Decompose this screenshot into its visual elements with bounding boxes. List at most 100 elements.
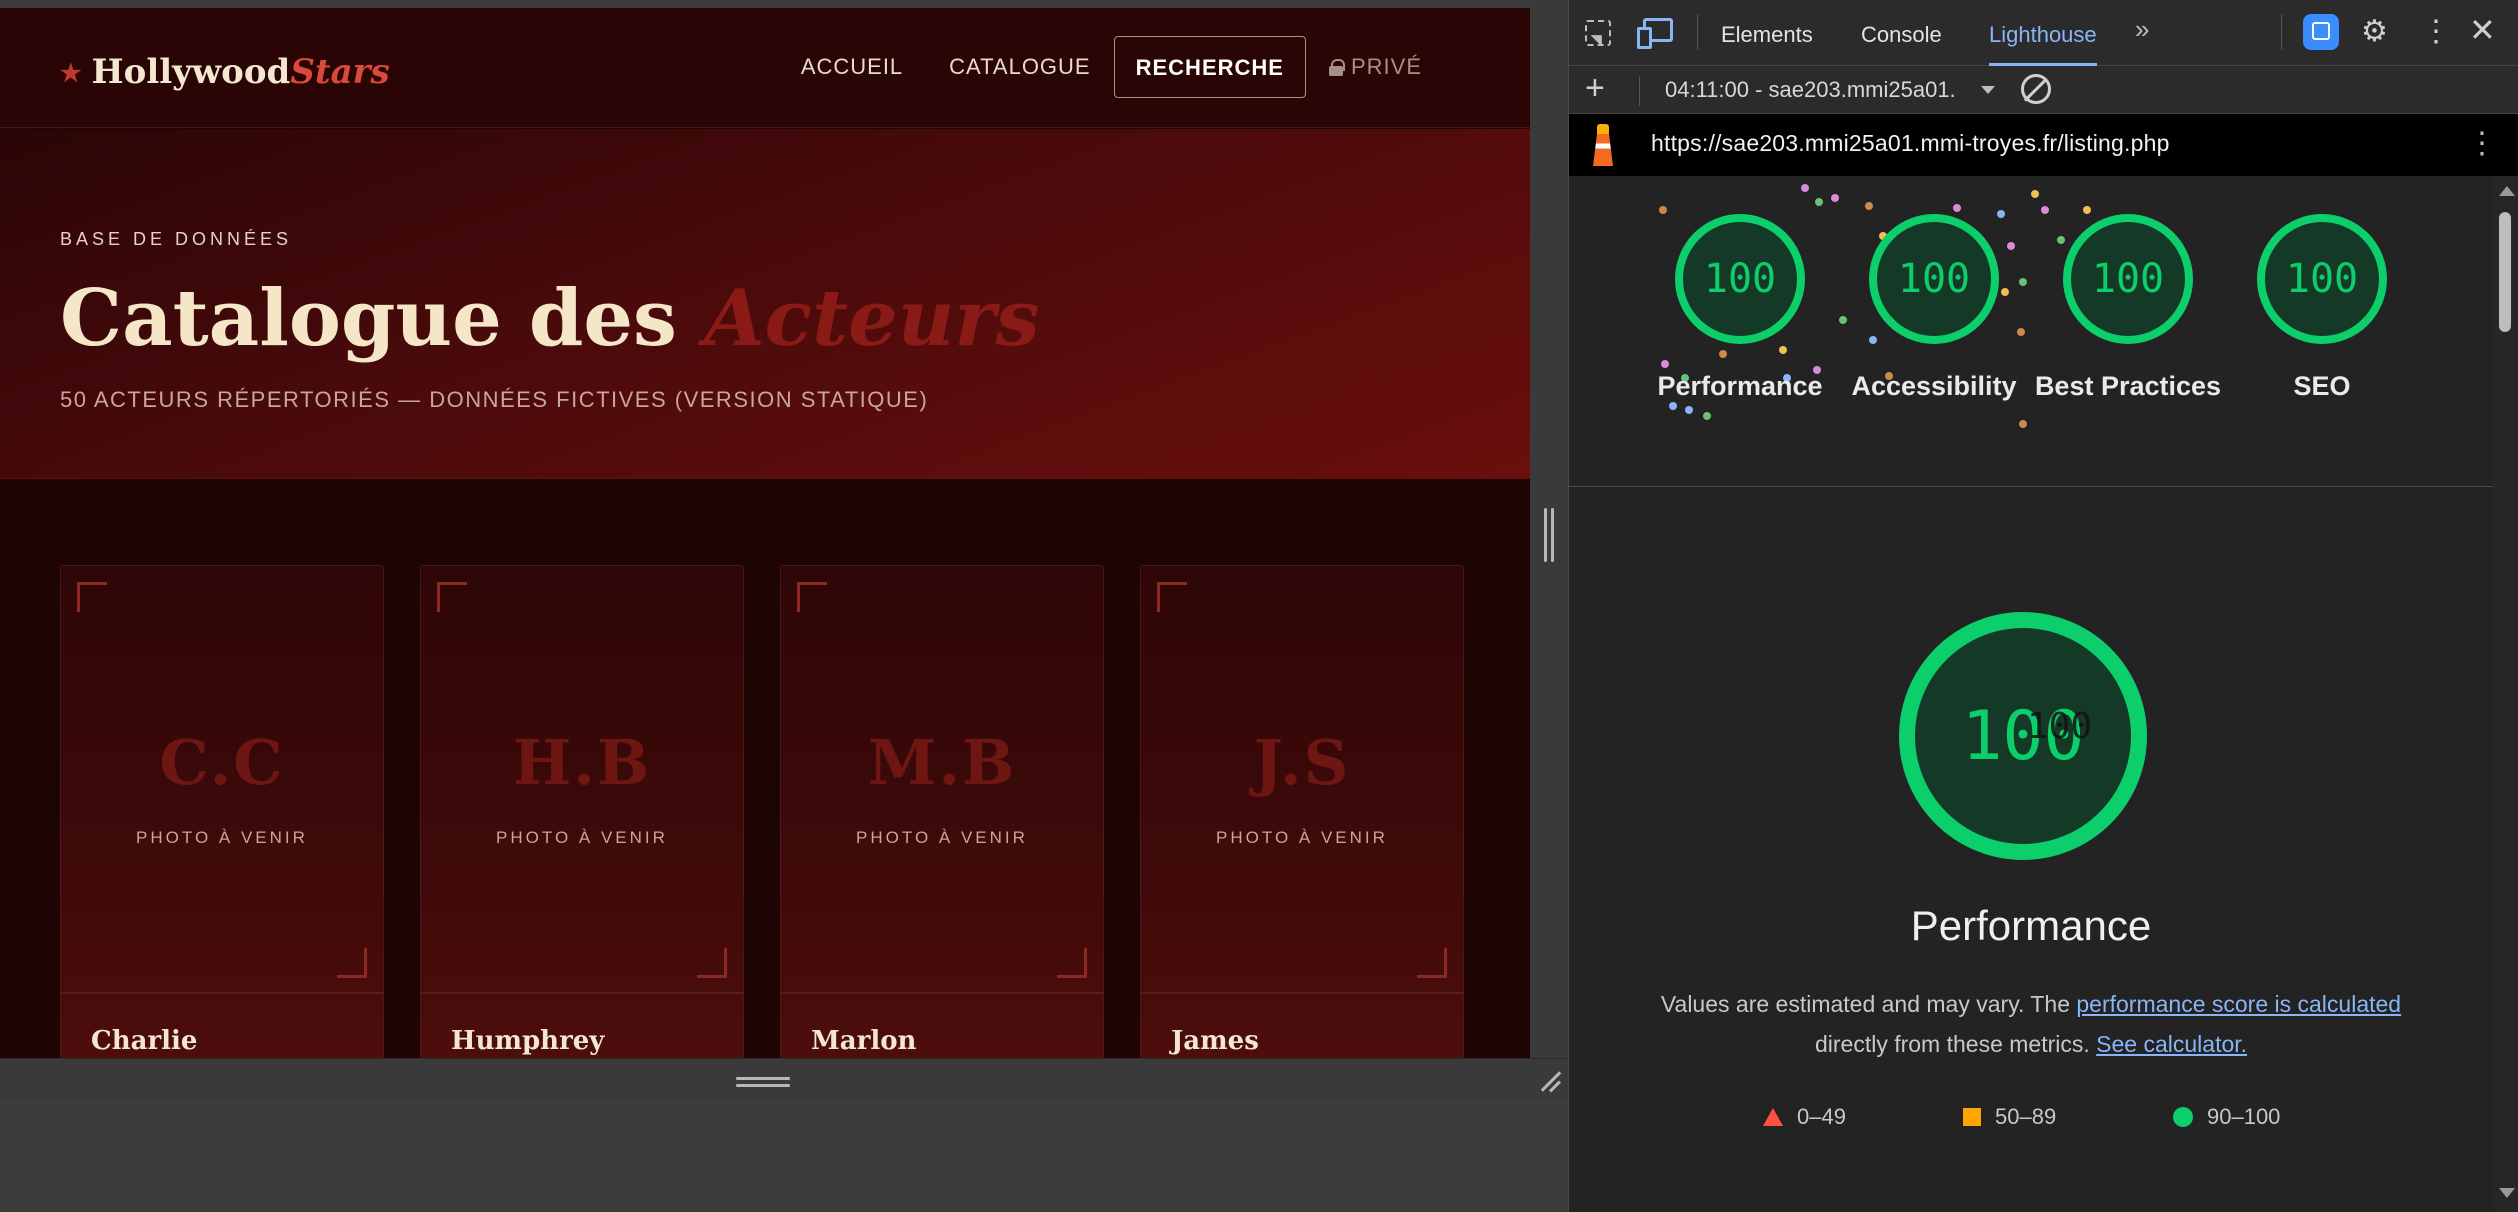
actor-name: Charlie bbox=[91, 1026, 198, 1056]
inspect-element-icon[interactable] bbox=[1585, 20, 1611, 46]
legend-fail: 0–49 bbox=[1763, 1104, 1846, 1130]
photo-placeholder-label: PHOTO À VENIR bbox=[1216, 828, 1388, 847]
legend-label: 50–89 bbox=[1995, 1104, 2057, 1129]
resize-grip-icon bbox=[1544, 508, 1554, 562]
performance-note: Values are estimated and may vary. The p… bbox=[1609, 984, 2453, 1064]
card-divider bbox=[61, 992, 383, 994]
performance-title: Performance bbox=[1910, 902, 2152, 949]
close-icon[interactable]: ✕ bbox=[2469, 12, 2496, 48]
note-text: Values are estimated and may vary. The bbox=[1660, 991, 2070, 1017]
score-label: Best Practices bbox=[2034, 371, 2222, 401]
score-gauge-performance[interactable]: 100 bbox=[1675, 214, 1805, 344]
actor-card[interactable]: H.B PHOTO À VENIR Humphrey bbox=[420, 565, 744, 1058]
pass-circle-icon bbox=[2173, 1107, 2193, 1127]
actor-card[interactable]: J.S PHOTO À VENIR James bbox=[1140, 565, 1464, 1058]
issues-icon[interactable] bbox=[2303, 14, 2339, 50]
toolbar-divider bbox=[1639, 76, 1640, 106]
note-text-2: directly from these metrics. bbox=[1814, 1031, 2090, 1057]
score-calculated-link[interactable]: performance score is calculated bbox=[2076, 991, 2401, 1017]
toolbar-divider bbox=[2281, 14, 2282, 50]
performance-gauge: 100 100 bbox=[1899, 612, 2147, 860]
new-report-icon[interactable]: + bbox=[1585, 70, 1605, 106]
card-divider bbox=[1141, 992, 1463, 994]
actor-card-grid: C.C PHOTO À VENIR Charlie H.B PHOTO À VE… bbox=[60, 565, 1464, 1058]
logo-accent: Stars bbox=[290, 52, 390, 92]
actor-initials: C.C bbox=[159, 726, 285, 799]
hero-kicker: BASE DE DONNÉES bbox=[60, 229, 293, 249]
device-toolbar-icon[interactable] bbox=[1637, 18, 1673, 49]
resize-grip-icon bbox=[736, 1077, 790, 1087]
actor-name: Marlon bbox=[811, 1026, 917, 1056]
photo-placeholder-label: PHOTO À VENIR bbox=[496, 828, 668, 847]
chevron-down-icon[interactable] bbox=[1981, 86, 1995, 94]
nav-prive[interactable]: PRIVÉ bbox=[1306, 36, 1445, 98]
devtools-panel: Elements Console Lighthouse » ⚙ ⋮ ✕ + 04… bbox=[1568, 0, 2518, 1212]
card-corner-ornament bbox=[1057, 948, 1087, 978]
legend-average: 50–89 bbox=[1963, 1104, 2056, 1130]
score-label: Performance bbox=[1657, 371, 1823, 401]
lighthouse-toolbar: + 04:11:00 - sae203.mmi25a01. bbox=[1569, 66, 2518, 114]
nav-prive-label: PRIVÉ bbox=[1350, 54, 1422, 79]
tab-lighthouse[interactable]: Lighthouse bbox=[1989, 0, 2097, 66]
section-divider bbox=[1569, 486, 2493, 487]
card-corner-ornament bbox=[1157, 582, 1187, 612]
more-tabs-icon[interactable]: » bbox=[2135, 14, 2149, 45]
actor-card[interactable]: M.B PHOTO À VENIR Marlon bbox=[780, 565, 1104, 1058]
card-corner-ornament bbox=[797, 582, 827, 612]
report-selector[interactable]: 04:11:00 - sae203.mmi25a01. bbox=[1665, 72, 1956, 108]
actor-initials: J.S bbox=[1253, 726, 1351, 799]
corner-resize-icon[interactable] bbox=[1536, 1069, 1560, 1093]
legend-label: 0–49 bbox=[1797, 1104, 1846, 1129]
page-title: Catalogue des Acteurs bbox=[60, 273, 1040, 364]
tab-console[interactable]: Console bbox=[1861, 0, 1942, 66]
scroll-up-icon[interactable] bbox=[2499, 186, 2515, 196]
score-value: 100 bbox=[2091, 256, 2165, 302]
photo-placeholder-label: PHOTO À VENIR bbox=[856, 828, 1028, 847]
toolbar-divider bbox=[1697, 14, 1698, 50]
viewport-width-resizer[interactable] bbox=[1530, 0, 1568, 1058]
gear-icon[interactable]: ⚙ bbox=[2361, 14, 2388, 50]
kebab-menu-icon[interactable]: ⋮ bbox=[2467, 126, 2497, 161]
actor-name: James bbox=[1171, 1026, 1259, 1056]
viewport-height-resizer[interactable] bbox=[0, 1058, 1568, 1100]
report-url[interactable]: https://sae203.mmi25a01.mmi-troyes.fr/li… bbox=[1651, 130, 2170, 157]
clear-reports-icon[interactable] bbox=[2021, 74, 2051, 104]
tab-elements[interactable]: Elements bbox=[1721, 0, 1813, 66]
card-divider bbox=[781, 992, 1103, 994]
lock-icon bbox=[1328, 59, 1345, 76]
see-calculator-link[interactable]: See calculator. bbox=[2096, 1031, 2247, 1057]
nav-accueil[interactable]: ACCUEIL bbox=[778, 36, 926, 98]
card-corner-ornament bbox=[697, 948, 727, 978]
card-corner-ornament bbox=[337, 948, 367, 978]
page-title-main: Catalogue des bbox=[60, 273, 677, 364]
fail-triangle-icon bbox=[1763, 1108, 1783, 1126]
score-gauge-best-practices[interactable]: 100 bbox=[2063, 214, 2193, 344]
viewport-backdrop bbox=[0, 1100, 1568, 1212]
nav-recherche[interactable]: RECHERCHE bbox=[1113, 36, 1306, 98]
viewport-top-strip bbox=[0, 0, 1530, 8]
score-value: 100 bbox=[1703, 256, 1777, 302]
devtools-tabbar: Elements Console Lighthouse » ⚙ ⋮ ✕ bbox=[1569, 0, 2518, 66]
site-logo[interactable]: ★ HollywoodStars bbox=[60, 52, 390, 92]
screen: ★ HollywoodStars ACCUEIL CATALOGUE RECHE… bbox=[0, 0, 2518, 1212]
score-label: SEO bbox=[2293, 371, 2351, 401]
website-viewport: ★ HollywoodStars ACCUEIL CATALOGUE RECHE… bbox=[0, 0, 1530, 1058]
scrollbar-thumb[interactable] bbox=[2499, 212, 2511, 332]
card-corner-ornament bbox=[437, 582, 467, 612]
actor-name: Humphrey bbox=[451, 1026, 605, 1056]
card-corner-ornament bbox=[1417, 948, 1447, 978]
average-square-icon bbox=[1963, 1108, 1981, 1126]
kebab-menu-icon[interactable]: ⋮ bbox=[2421, 14, 2451, 50]
report-url-bar: https://sae203.mmi25a01.mmi-troyes.fr/li… bbox=[1569, 114, 2518, 176]
lighthouse-report: 100 Performance 100 Accessibility 100 Be… bbox=[1569, 176, 2518, 1212]
score-gauge-seo[interactable]: 100 bbox=[2257, 214, 2387, 344]
score-gauge-accessibility[interactable]: 100 bbox=[1869, 214, 1999, 344]
site-navbar: ★ HollywoodStars ACCUEIL CATALOGUE RECHE… bbox=[0, 8, 1530, 128]
card-corner-ornament bbox=[77, 582, 107, 612]
lighthouse-logo-icon bbox=[1591, 124, 1615, 166]
nav-catalogue[interactable]: CATALOGUE bbox=[926, 36, 1113, 98]
photo-placeholder-label: PHOTO À VENIR bbox=[136, 828, 308, 847]
actor-card[interactable]: C.C PHOTO À VENIR Charlie bbox=[60, 565, 384, 1058]
performance-score-overlay: 100 bbox=[2027, 706, 2093, 747]
scroll-down-icon[interactable] bbox=[2499, 1188, 2515, 1198]
